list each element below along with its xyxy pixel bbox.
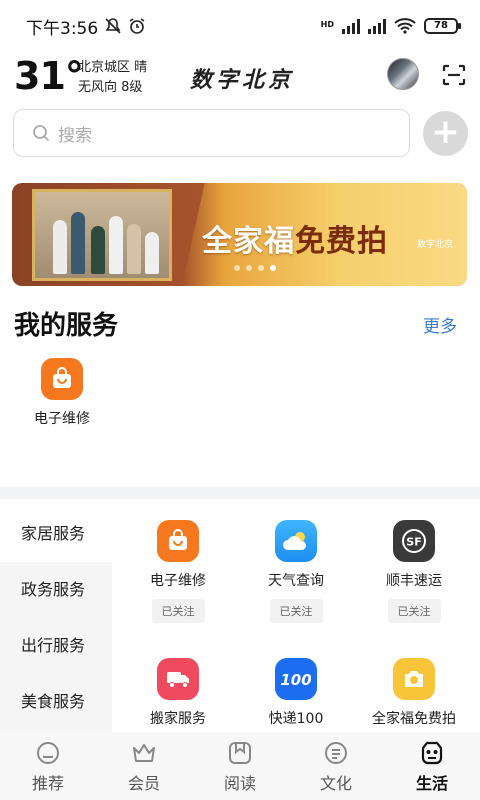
- scan-icon[interactable]: [442, 64, 466, 86]
- category-sidebar: 家居服务 政务服务 出行服务 美食服务: [0, 506, 112, 732]
- recommend-icon: [37, 742, 59, 764]
- tab-recommend[interactable]: 推荐: [0, 732, 96, 800]
- service-kuaidi100[interactable]: 100 快递100: [236, 658, 356, 728]
- avatar[interactable]: [387, 58, 419, 90]
- tab-label: 会员: [127, 774, 160, 793]
- banner-title-main: 全家福: [202, 224, 295, 259]
- service-grid: 电子维修 已关注 天气查询 已关注 SF 顺丰速运 已关注 搬家服务 100 快…: [118, 506, 480, 732]
- alarm-icon: [129, 18, 145, 34]
- temperature: 31°: [14, 54, 84, 98]
- family-photo: [32, 189, 172, 281]
- banner-title: 全家福免费拍: [202, 216, 388, 260]
- sf-express-icon: SF: [393, 520, 435, 562]
- search-input[interactable]: 搜索: [13, 109, 410, 157]
- page-dot-active: [270, 265, 276, 271]
- signal-icon: [342, 18, 360, 34]
- wifi-icon: [394, 18, 416, 34]
- tab-label: 推荐: [31, 774, 64, 793]
- service-moving[interactable]: 搬家服务: [118, 658, 238, 728]
- svg-text:100: 100: [281, 671, 311, 689]
- add-button[interactable]: +: [423, 111, 468, 156]
- culture-icon: [325, 742, 347, 764]
- search-icon: [33, 125, 50, 142]
- my-service-item-repair[interactable]: 电子维修: [28, 358, 96, 428]
- service-weather[interactable]: 天气查询 已关注: [236, 520, 356, 623]
- more-link[interactable]: 更多: [423, 312, 457, 337]
- service-label: 搬家服务: [150, 711, 206, 727]
- category-travel-services[interactable]: 出行服务: [0, 618, 112, 674]
- service-label: 天气查询: [268, 573, 324, 589]
- page-dot: [258, 265, 264, 271]
- battery-level: 78: [434, 20, 448, 31]
- shopping-bag-icon: [41, 358, 83, 400]
- tab-label: 文化: [319, 774, 352, 793]
- wind-info: 无风向 8级: [78, 80, 143, 95]
- banner-brand: 数字北京: [417, 240, 454, 250]
- category-home-services[interactable]: 家居服务: [0, 506, 112, 562]
- service-sf-express[interactable]: SF 顺丰速运 已关注: [354, 520, 474, 623]
- page-dot: [234, 265, 240, 271]
- followed-badge: 已关注: [387, 599, 441, 623]
- service-family-photo[interactable]: 全家福免费拍: [354, 658, 474, 728]
- status-time: 下午3:56: [26, 18, 99, 39]
- section-divider: [0, 487, 480, 499]
- followed-badge: 已关注: [269, 599, 323, 623]
- tab-label: 阅读: [223, 774, 256, 793]
- moving-truck-icon: [157, 658, 199, 700]
- service-label: 全家福免费拍: [372, 711, 456, 727]
- signal-icon-2: [368, 18, 386, 34]
- service-electronic-repair[interactable]: 电子维修 已关注: [118, 520, 238, 623]
- kuaidi100-icon: 100: [275, 658, 317, 700]
- status-bar: 下午3:56 HD 78: [0, 0, 480, 52]
- category-food-services[interactable]: 美食服务: [0, 674, 112, 730]
- search-placeholder: 搜索: [58, 125, 92, 146]
- tab-reading[interactable]: 阅读: [192, 732, 288, 800]
- app-screen: 下午3:56 HD 78 31° 北京城区 晴 无风向 8级 数字北京 搜索 +: [0, 0, 480, 800]
- section-title-my-services: 我的服务: [14, 311, 119, 341]
- promo-banner[interactable]: 全家福免费拍 数字北京: [12, 183, 467, 286]
- page-dot: [246, 265, 252, 271]
- tab-membership[interactable]: 会员: [96, 732, 192, 800]
- battery-icon: 78: [424, 18, 461, 34]
- weather-info[interactable]: 北京城区 晴 无风向 8级: [78, 58, 147, 98]
- bottom-tab-bar: 推荐 会员 阅读 文化 生活: [0, 732, 480, 800]
- shopping-bag-icon: [157, 520, 199, 562]
- cloud-icon: [275, 520, 317, 562]
- book-icon: [229, 742, 251, 764]
- life-icon: [421, 741, 443, 765]
- banner-title-accent: 免费拍: [295, 224, 388, 259]
- tab-label: 生活: [415, 774, 448, 793]
- service-label: 电子维修: [150, 573, 206, 589]
- banner-pagination: [234, 265, 276, 271]
- app-header: 31° 北京城区 晴 无风向 8级 数字北京: [0, 52, 480, 102]
- mute-icon: [105, 18, 121, 34]
- camera-icon: [393, 658, 435, 700]
- app-logo: 数字北京: [190, 67, 295, 93]
- service-label: 顺丰速运: [386, 573, 442, 589]
- tab-culture[interactable]: 文化: [288, 732, 384, 800]
- category-government-services[interactable]: 政务服务: [0, 562, 112, 618]
- location-weather: 北京城区 晴: [78, 60, 148, 75]
- crown-icon: [133, 744, 155, 762]
- followed-badge: 已关注: [151, 599, 205, 623]
- tab-life[interactable]: 生活: [384, 732, 480, 800]
- my-service-label: 电子维修: [34, 411, 90, 427]
- network-label: HD: [320, 20, 334, 29]
- svg-text:SF: SF: [406, 536, 421, 549]
- service-label: 快递100: [268, 711, 324, 727]
